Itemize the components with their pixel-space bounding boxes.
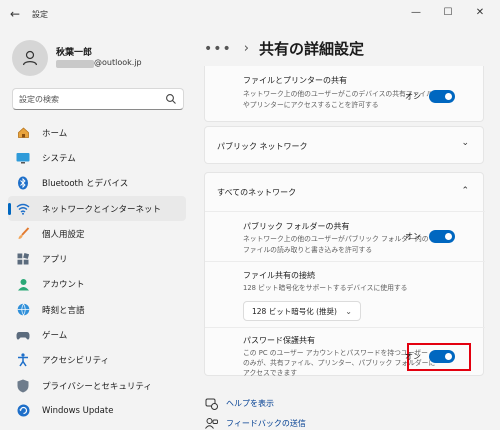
sidebar-item-label: アプリ [42, 255, 68, 266]
encryption-select[interactable]: 128 ビット暗号化 (推奨) ⌄ [243, 301, 361, 321]
system-icon [16, 151, 30, 165]
apps-icon [16, 252, 30, 266]
network-icon [16, 202, 30, 216]
sidebar-item-accessibility[interactable]: アクセシビリティ [8, 348, 186, 373]
breadcrumb-chevron-icon: › [243, 41, 249, 56]
toggle-knob [445, 233, 452, 240]
sidebar-item-apps[interactable]: アプリ [8, 246, 186, 271]
search-input[interactable] [13, 89, 163, 109]
sidebar-item-label: Bluetooth とデバイス [42, 179, 129, 190]
sidebar-item-personalization[interactable]: 個人用設定 [8, 221, 186, 246]
public-network-card[interactable]: パブリック ネットワーク ⌄ [204, 126, 484, 164]
sidebar-nav: ホーム システム Bluetooth とデバイス ネットワークとインターネット … [8, 120, 186, 424]
sidebar-item-privacy-security[interactable]: プライバシーとセキュリティ [8, 373, 186, 398]
sidebar-item-bluetooth[interactable]: Bluetooth とデバイス [8, 171, 186, 196]
file-sharing-connections-title: ファイル共有の接続 [243, 271, 315, 280]
sidebar-item-time-language[interactable]: 時刻と言語 [8, 297, 186, 322]
password-protected-sharing-title: パスワード保護共有 [243, 336, 315, 345]
toggle-state-label: オン [405, 232, 421, 241]
breadcrumb-overflow-button[interactable]: ••• [204, 41, 232, 57]
sidebar-item-label: プライバシーとセキュリティ [42, 381, 152, 392]
windows-update-icon [16, 404, 30, 418]
sidebar-item-gaming[interactable]: ゲーム [8, 322, 186, 347]
back-button[interactable]: ← [8, 7, 22, 21]
help-link-text[interactable]: ヘルプを表示 [226, 398, 274, 409]
password-protected-sharing-desc-3: アクセスできます [243, 369, 298, 377]
sidebar-item-label: Windows Update [42, 405, 114, 416]
public-folder-sharing-desc-1: ネットワーク上の他のユーザーがパブリック フォルダー内の [243, 235, 429, 243]
gaming-icon [16, 328, 30, 342]
private-network-card: ファイルとプリンターの共有 ネットワーク上の他のユーザーがこのデバイスの共有ファ… [204, 66, 484, 122]
email-redaction [56, 60, 94, 68]
divider [205, 327, 485, 328]
search-box [12, 88, 184, 110]
accessibility-icon [16, 353, 30, 367]
sidebar-item-label: ホーム [42, 128, 68, 139]
breadcrumb: ••• › 共有の詳細設定 [204, 38, 364, 59]
toggle-switch[interactable] [429, 90, 455, 103]
sidebar-item-label: ネットワークとインターネット [42, 204, 162, 215]
close-button[interactable]: ✕ [472, 5, 488, 21]
time-language-icon [16, 303, 30, 317]
sidebar-item-home[interactable]: ホーム [8, 120, 186, 145]
feedback-icon [204, 416, 218, 430]
maximize-button[interactable]: ☐ [440, 5, 456, 21]
profile-name: 秋葉一郎 [56, 48, 93, 58]
toggle-switch[interactable] [429, 350, 455, 363]
chevron-down-icon: ⌄ [345, 307, 352, 316]
app-title: 設定 [32, 10, 48, 19]
minimize-button[interactable]: — [408, 5, 424, 21]
sidebar-item-label: 個人用設定 [42, 229, 85, 240]
profile-email: @outlook.jp [94, 58, 142, 67]
bluetooth-icon [16, 176, 30, 190]
brush-icon [16, 227, 30, 241]
all-networks-header: すべてのネットワーク [217, 188, 297, 197]
help-icon [204, 396, 218, 410]
toggle-state-label: オン [405, 92, 421, 101]
account-icon [16, 277, 30, 291]
file-printer-sharing-title: ファイルとプリンターの共有 [243, 76, 347, 85]
file-printer-sharing-toggle[interactable]: オン [405, 90, 455, 103]
sidebar-item-system[interactable]: システム [8, 145, 186, 170]
all-networks-card: すべてのネットワーク ⌃ パブリック フォルダーの共有 ネットワーク上の他のユー… [204, 172, 485, 377]
sidebar-item-accounts[interactable]: アカウント [8, 272, 186, 297]
user-icon [22, 50, 38, 66]
toggle-switch[interactable] [429, 230, 455, 243]
chevron-down-icon[interactable]: ⌄ [461, 138, 469, 148]
home-icon [16, 126, 30, 140]
title-bar: ← 設定 — ☐ ✕ [0, 0, 500, 28]
sidebar-item-label: システム [42, 153, 76, 164]
file-sharing-connections-desc: 128 ビット暗号化をサポートするデバイスに使用する [243, 284, 408, 292]
divider [205, 261, 485, 262]
public-network-header: パブリック ネットワーク [217, 142, 308, 151]
password-protected-sharing-toggle[interactable]: オン [405, 350, 455, 363]
file-printer-sharing-desc-2: やプリンターにアクセスすることを許可する [243, 101, 379, 109]
public-folder-sharing-desc-2: ファイルの読み取りと書き込みを許可する [243, 246, 373, 254]
sidebar-item-label: アカウント [42, 280, 85, 291]
sidebar-item-network[interactable]: ネットワークとインターネット [8, 195, 186, 222]
sidebar-item-label: ゲーム [42, 331, 68, 342]
page-title: 共有の詳細設定 [258, 40, 364, 58]
sidebar-item-label: アクセシビリティ [42, 356, 110, 367]
toggle-state-label: オン [405, 352, 421, 361]
feedback-link-text[interactable]: フィードバックの送信 [226, 418, 306, 429]
toggle-knob [445, 93, 452, 100]
sidebar-item-windows-update[interactable]: Windows Update [8, 398, 186, 423]
main-content: ファイルとプリンターの共有 ネットワーク上の他のユーザーがこのデバイスの共有ファ… [204, 66, 486, 430]
chevron-up-icon[interactable]: ⌃ [461, 186, 469, 196]
shield-icon [16, 379, 30, 393]
password-protected-sharing-desc-1: この PC のユーザー アカウントとパスワードを持つユーザー [243, 349, 428, 357]
feedback-link[interactable]: フィードバックの送信 [204, 416, 306, 430]
sidebar-item-label: 時刻と言語 [42, 305, 85, 316]
toggle-knob [445, 353, 452, 360]
search-icon[interactable] [165, 93, 177, 105]
public-folder-sharing-title: パブリック フォルダーの共有 [243, 222, 350, 231]
divider [205, 211, 485, 212]
public-folder-sharing-toggle[interactable]: オン [405, 230, 455, 243]
help-link[interactable]: ヘルプを表示 [204, 396, 274, 410]
encryption-select-value: 128 ビット暗号化 (推奨) [252, 306, 337, 316]
avatar[interactable] [12, 40, 48, 76]
